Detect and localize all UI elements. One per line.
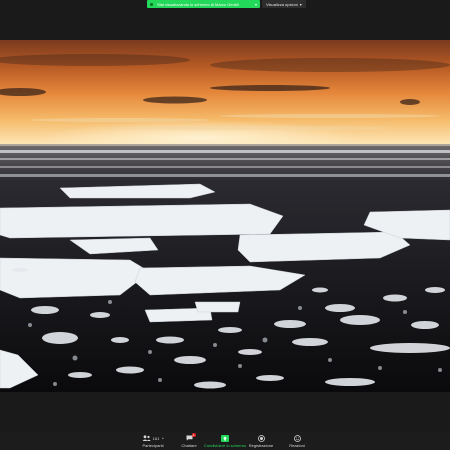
participants-options-caret-icon[interactable]: ▲: [161, 436, 164, 440]
view-options-button[interactable]: Visualizza opzioni ▾: [262, 0, 306, 8]
view-options-label: Visualizza opzioni: [266, 1, 298, 7]
record-icon: [257, 434, 265, 442]
chat-unread-badge: 1: [191, 433, 196, 437]
share-banner: Stai visualizzando lo schermo di Marco G…: [147, 0, 306, 8]
shared-screen: [0, 40, 450, 392]
participants-button[interactable]: 161 ▲ Partecipanti: [135, 432, 171, 450]
record-label: Registrazione: [248, 443, 274, 448]
reactions-icon: [293, 434, 301, 442]
meeting-toolbar: 161 ▲ Partecipanti 1 Chattare Condivider…: [0, 432, 450, 450]
share-status-text: Stai visualizzando lo schermo di Marco G…: [157, 1, 239, 7]
record-button[interactable]: Registrazione: [243, 432, 279, 450]
chat-label: Chattare: [181, 443, 197, 448]
chevron-down-icon[interactable]: ▾: [255, 2, 257, 7]
share-screen-button[interactable]: Condividere lo schermo: [203, 432, 247, 450]
share-status-pill[interactable]: Stai visualizzando lo schermo di Marco G…: [147, 0, 260, 8]
view-options-chevron-icon: ▾: [299, 1, 302, 7]
shared-screen-image: [0, 40, 450, 392]
participants-icon: [142, 435, 151, 441]
share-screen-label: Condividere lo schermo: [203, 443, 247, 448]
chat-button[interactable]: 1 Chattare: [171, 432, 207, 450]
share-screen-icon: [221, 434, 229, 442]
participants-count: 161: [152, 435, 160, 441]
share-status-dot-icon: [150, 2, 153, 6]
participants-label: Partecipanti: [142, 443, 164, 448]
reactions-label: Reazioni: [289, 443, 305, 448]
reactions-button[interactable]: Reazioni: [279, 432, 315, 450]
